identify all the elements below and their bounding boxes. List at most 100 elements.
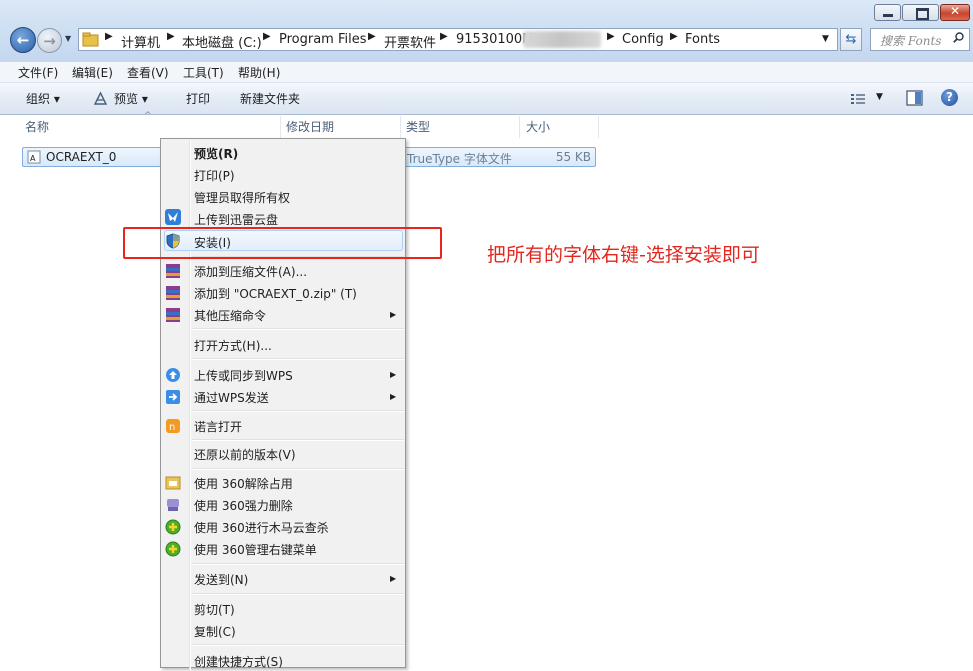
xunlei-bird-icon — [165, 209, 181, 225]
preview-pane-icon[interactable] — [906, 90, 923, 106]
file-size: 55 KB — [555, 150, 591, 164]
window-title-bar: ✕ ← → ▼ ▶ 计算机 ▶ 本地磁盘 (C:) ▶ Program File… — [0, 0, 973, 62]
menu-item-wps-sync[interactable]: 上传或同步到WPS — [194, 367, 293, 384]
breadcrumb-invoice-software[interactable]: 开票软件 — [384, 32, 436, 51]
address-history-dropdown[interactable]: ▼ — [822, 34, 829, 44]
search-icon — [953, 32, 964, 43]
submenu-arrow-icon: ▶ — [390, 392, 397, 401]
sort-arrow-icon: ^ — [144, 111, 152, 121]
preview-button[interactable]: 预览 ▾ — [114, 90, 148, 107]
search-placeholder: 搜索 Fonts — [880, 34, 942, 48]
column-header-size[interactable]: 大小 — [526, 118, 550, 138]
change-view-button[interactable]: ▼ — [850, 91, 884, 107]
file-type: TrueType 字体文件 — [407, 152, 512, 166]
menu-item-preview[interactable]: 预览(R) — [194, 145, 238, 162]
breadcrumb-company-id[interactable]: 91530100M — [456, 32, 533, 47]
annotation-text: 把所有的字体右键-选择安装即可 — [487, 244, 760, 266]
refresh-button[interactable]: ⇆ — [840, 28, 862, 51]
menu-bar: 文件(F) 编辑(E) 查看(V) 工具(T) 帮助(H) — [0, 62, 973, 83]
breadcrumb-separator: ▶ — [263, 31, 271, 42]
breadcrumb-separator: ▶ — [670, 31, 678, 42]
menu-edit[interactable]: 编辑(E) — [72, 64, 113, 81]
menu-item-360-force-delete[interactable]: 使用 360强力删除 — [194, 497, 293, 514]
menu-separator — [192, 358, 404, 360]
360-security-icon — [165, 519, 181, 535]
menu-item-upload-xunlei[interactable]: 上传到迅雷云盘 — [194, 211, 278, 228]
column-header-modified[interactable]: 修改日期 — [286, 118, 334, 138]
menu-help[interactable]: 帮助(H) — [238, 64, 280, 81]
menu-file[interactable]: 文件(F) — [18, 64, 58, 81]
breadcrumb-separator: ▶ — [105, 31, 113, 42]
breadcrumb-separator: ▶ — [167, 31, 175, 42]
file-name: OCRAEXT_0 — [46, 150, 117, 164]
menu-item-360-manage-menu[interactable]: 使用 360管理右键菜单 — [194, 541, 317, 558]
breadcrumb-config[interactable]: Config — [622, 32, 664, 47]
menu-item-add-zip[interactable]: 添加到 "OCRAEXT_0.zip" (T) — [194, 285, 357, 302]
menu-separator — [192, 468, 404, 470]
column-header-name[interactable]: 名称 — [25, 118, 49, 138]
menu-item-open-with[interactable]: 打开方式(H)... — [194, 337, 272, 354]
recent-pages-dropdown[interactable]: ▼ — [65, 34, 71, 43]
redacted-text — [523, 31, 601, 48]
help-icon[interactable]: ? — [941, 89, 958, 106]
menu-separator — [192, 563, 404, 565]
close-button[interactable]: ✕ — [940, 4, 970, 21]
menu-item-send-to[interactable]: 发送到(N) — [194, 571, 248, 588]
menu-separator — [192, 593, 404, 595]
forward-button[interactable]: → — [37, 28, 62, 53]
menu-item-add-archive[interactable]: 添加到压缩文件(A)... — [194, 263, 307, 280]
menu-item-cut[interactable]: 剪切(T) — [194, 601, 235, 618]
menu-item-print[interactable]: 打印(P) — [194, 167, 235, 184]
menu-item-copy[interactable]: 复制(C) — [194, 623, 236, 640]
breadcrumb-fonts[interactable]: Fonts — [685, 32, 720, 47]
submenu-arrow-icon: ▶ — [390, 370, 397, 379]
breadcrumb-program-files[interactable]: Program Files — [279, 32, 367, 47]
column-divider[interactable] — [598, 116, 599, 138]
menu-item-take-ownership[interactable]: 管理员取得所有权 — [194, 189, 290, 206]
column-divider[interactable] — [400, 116, 401, 138]
menu-item-360-unlock[interactable]: 使用 360解除占用 — [194, 475, 293, 492]
wps-cloud-upload-icon — [166, 368, 180, 382]
column-divider[interactable] — [519, 116, 520, 138]
submenu-arrow-icon: ▶ — [390, 574, 397, 583]
menu-icon-gutter — [189, 141, 191, 671]
menu-view[interactable]: 查看(V) — [127, 64, 169, 81]
breadcrumb-separator: ▶ — [368, 31, 376, 42]
address-bar[interactable]: ▶ 计算机 ▶ 本地磁盘 (C:) ▶ Program Files ▶ 开票软件… — [78, 28, 838, 51]
breadcrumb-computer[interactable]: 计算机 — [121, 32, 160, 51]
svg-text:A: A — [30, 154, 36, 163]
new-folder-button[interactable]: 新建文件夹 — [240, 90, 300, 107]
view-list-icon — [851, 94, 865, 104]
menu-separator — [192, 410, 404, 412]
maximize-button[interactable] — [902, 4, 939, 21]
column-header-type[interactable]: 类型 — [406, 118, 430, 138]
menu-tools[interactable]: 工具(T) — [183, 64, 224, 81]
menu-item-nuoyan-open[interactable]: 诺言打开 — [194, 418, 242, 435]
menu-separator — [192, 439, 404, 441]
organize-button[interactable]: 组织 ▾ — [26, 90, 60, 107]
forward-arrow-icon: → — [43, 31, 56, 50]
column-divider[interactable] — [280, 116, 281, 138]
maximize-icon — [916, 8, 929, 20]
context-menu: 预览(R) 打印(P) 管理员取得所有权 上传到迅雷云盘 安装(I) 添加到压缩… — [160, 138, 406, 671]
360-shredder-icon — [167, 499, 179, 511]
print-button[interactable]: 打印 — [186, 90, 210, 107]
font-file-icon: A — [27, 150, 41, 164]
breadcrumb-local-disk[interactable]: 本地磁盘 (C:) — [182, 32, 262, 51]
search-input[interactable]: 搜索 Fonts — [870, 28, 970, 51]
menu-item-wps-send[interactable]: 通过WPS发送 — [194, 389, 269, 406]
back-button[interactable]: ← — [10, 27, 36, 53]
winrar-icon — [166, 264, 180, 278]
menu-separator — [192, 644, 404, 646]
minimize-icon — [883, 14, 893, 17]
menu-item-360-trojan-scan[interactable]: 使用 360进行木马云查杀 — [194, 519, 329, 536]
submenu-arrow-icon: ▶ — [390, 310, 397, 319]
winrar-icon — [166, 308, 180, 322]
folder-icon — [82, 32, 99, 47]
menu-item-restore-versions[interactable]: 还原以前的版本(V) — [194, 446, 296, 463]
wps-send-icon — [166, 390, 180, 404]
menu-item-other-compress[interactable]: 其他压缩命令 — [194, 307, 266, 324]
refresh-icon: ⇆ — [845, 32, 857, 47]
minimize-button[interactable] — [874, 4, 901, 21]
breadcrumb-separator: ▶ — [440, 31, 448, 42]
